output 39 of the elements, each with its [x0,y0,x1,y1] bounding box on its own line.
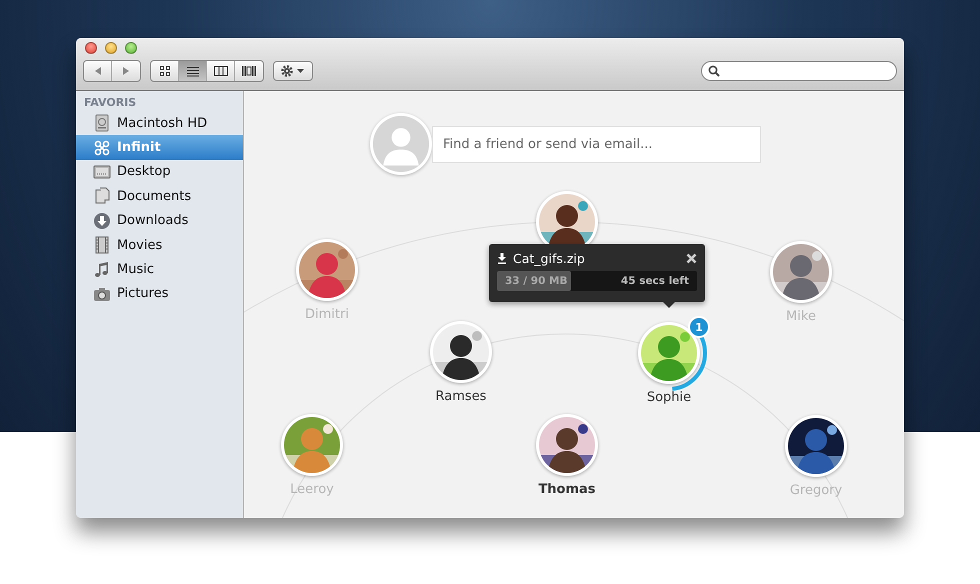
minimize-window-button[interactable] [105,42,117,54]
search-icon [708,65,720,77]
notification-badge: 1 [688,316,710,338]
sidebar-item[interactable]: Desktop [76,160,243,184]
friend-name[interactable]: Ramses [436,389,486,404]
time-remaining: 45 secs left [620,275,689,287]
zoom-window-button[interactable] [125,42,137,54]
sidebar-item[interactable]: Movies [76,232,243,258]
documents-icon [93,187,111,206]
forward-arrow-icon [121,66,131,76]
progress-text: 33 / 90 MB [505,275,568,287]
cover-flow-icon [241,65,257,77]
back-arrow-icon [92,66,102,76]
list-icon [184,65,200,77]
flower-icon [93,138,111,157]
download-icon [93,212,111,230]
sidebar-item[interactable]: Documents [76,184,243,209]
file-name: Cat_gifs.zip [513,251,585,266]
action-menu-button[interactable] [273,61,313,81]
friend-name[interactable]: Thomas [538,482,596,497]
sidebar-heading: FAVORIS [83,96,138,111]
desktop-icon [93,162,111,181]
list-view-button[interactable] [179,61,207,81]
columns-icon [212,65,228,77]
search-field[interactable] [701,61,897,81]
download-icon [497,253,507,264]
sidebar-item[interactable]: Pictures [76,282,243,306]
close-icon[interactable] [686,253,697,264]
sidebar-item[interactable]: Downloads [76,208,243,233]
sidebar-item[interactable]: Music [76,257,243,282]
music-note-icon [93,260,111,279]
sidebar-item[interactable]: Macintosh HD [76,111,243,136]
friend-search-field[interactable]: Find a friend or send via email... [432,126,761,163]
close-window-button[interactable] [85,42,97,54]
gear-icon [280,64,306,78]
avatar-placeholder-icon [370,113,432,175]
hard-drive-icon [93,114,111,132]
friend-name[interactable]: Sophie [646,390,692,405]
film-icon [93,236,111,254]
